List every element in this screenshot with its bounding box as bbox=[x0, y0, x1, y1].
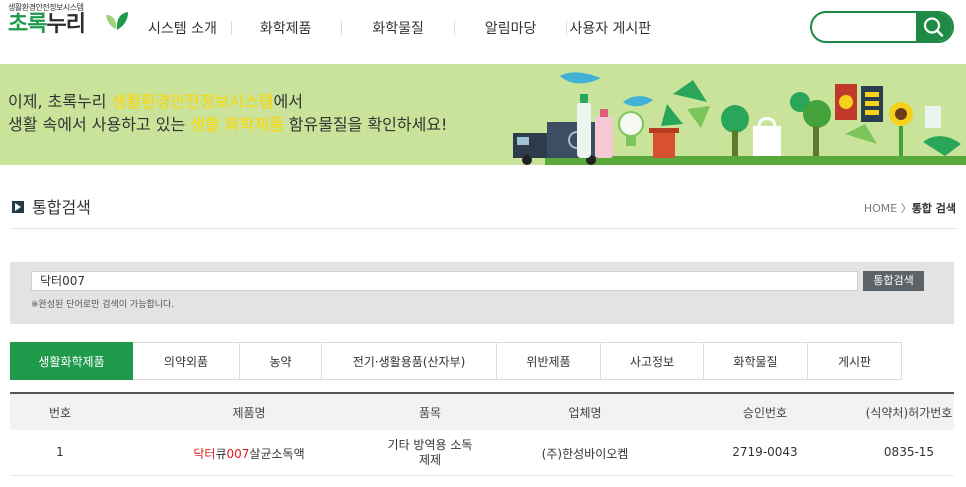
header-no: 번호 bbox=[48, 406, 72, 420]
product-name-match: 닥터 bbox=[193, 447, 216, 461]
nav-divider bbox=[453, 21, 455, 35]
title-divider bbox=[12, 228, 956, 229]
tab-accident-info[interactable]: 사고정보 bbox=[601, 342, 704, 380]
breadcrumb-current: 통합 검색 bbox=[911, 202, 956, 215]
row-no: 1 bbox=[56, 445, 64, 459]
leaf-logo-icon bbox=[106, 12, 128, 30]
banner-highlight-products: 생활 화학제품 bbox=[190, 115, 284, 134]
header-company: 업체명 bbox=[568, 406, 602, 420]
hero-banner: 이제, 초록누리 생활환경안전정보시스템에서 생활 속에서 사용하고 있는 생활… bbox=[0, 64, 966, 165]
banner-line-2-pre: 생활 속에서 사용하고 있는 bbox=[8, 115, 191, 134]
tab-board[interactable]: 게시판 bbox=[808, 342, 902, 380]
row-item-line-2: 제제 bbox=[418, 453, 442, 467]
logo-title-part2: 누리 bbox=[46, 12, 85, 37]
nav-divider bbox=[230, 21, 232, 35]
page-title-row: 통합검색 HOME 〉통합 검색 bbox=[12, 192, 956, 222]
row-item-line-1: 기타 방역용 소독 bbox=[387, 438, 473, 452]
row-product-name[interactable]: 닥터큐007살균소독액 bbox=[174, 445, 324, 462]
integrated-search-input[interactable]: 닥터007 bbox=[31, 271, 858, 291]
nav-system-intro[interactable]: 시스템 소개 bbox=[148, 18, 217, 38]
table-row[interactable]: 1 닥터큐007살균소독액 기타 방역용 소독 제제 (주)한성바이오켐 2719… bbox=[10, 430, 954, 476]
header-permit-no: (식약처)허가번호 bbox=[865, 406, 953, 420]
row-approval-no: 2719-0043 bbox=[732, 445, 798, 459]
table-header: 번호 제품명 품목 업체명 승인번호 (식약처)허가번호 bbox=[10, 392, 954, 430]
breadcrumb-home[interactable]: HOME bbox=[864, 202, 897, 215]
tab-chemical-substances[interactable]: 화학물질 bbox=[704, 342, 808, 380]
main-nav: 시스템 소개 화학제품 화학물질 알림마당 사용자 게시판 bbox=[148, 17, 651, 39]
row-permit-no: 0835-15 bbox=[883, 445, 935, 459]
integrated-search-button[interactable]: 통합검색 bbox=[863, 271, 924, 291]
page-title: 통합검색 bbox=[32, 198, 91, 217]
header-approval-no: 승인번호 bbox=[742, 406, 788, 420]
title-arrow-icon bbox=[12, 201, 24, 213]
header-product-name: 제품명 bbox=[232, 406, 266, 420]
tab-electric-household[interactable]: 전기·생활용품(산자부) bbox=[322, 342, 497, 380]
banner-line-1-post: 에서 bbox=[273, 92, 303, 111]
product-name-match: 007 bbox=[226, 447, 250, 461]
row-company: (주)한성바이오켐 bbox=[541, 447, 629, 461]
integrated-search-panel: 닥터007 통합검색 ※완성된 단어로만 검색이 가능합니다. bbox=[10, 262, 954, 324]
banner-text: 이제, 초록누리 생활환경안전정보시스템에서 생활 속에서 사용하고 있는 생활… bbox=[8, 90, 447, 136]
header-item: 품목 bbox=[418, 406, 442, 420]
site-header: 생활환경안전정보시스템 초록누리 시스템 소개 화학제품 화학물질 알림마당 사… bbox=[0, 0, 966, 64]
nav-notices[interactable]: 알림마당 bbox=[485, 18, 537, 38]
banner-line-1-pre: 이제, 초록누리 bbox=[8, 92, 112, 111]
category-tabs: 생활화학제품 의약외품 농약 전기·생활용품(산자부) 위반제품 사고정보 화학… bbox=[10, 342, 902, 380]
logo-title-part1: 초록 bbox=[8, 12, 47, 37]
tab-quasi-drugs[interactable]: 의약외품 bbox=[133, 342, 240, 380]
nav-chemical-substances[interactable]: 화학물질 bbox=[372, 18, 424, 38]
row-item: 기타 방역용 소독 제제 bbox=[370, 438, 490, 468]
tab-household-chemicals[interactable]: 생활화학제품 bbox=[10, 342, 133, 380]
logo-title: 초록누리 bbox=[8, 12, 86, 38]
nav-divider bbox=[341, 21, 343, 35]
banner-highlight-system: 생활환경안전정보시스템 bbox=[111, 92, 274, 111]
banner-line-2: 생활 속에서 사용하고 있는 생활 화학제품 함유물질을 확인하세요! bbox=[8, 113, 447, 136]
tab-violation-products[interactable]: 위반제품 bbox=[497, 342, 601, 380]
eco-illustration bbox=[513, 72, 966, 165]
tab-pesticides[interactable]: 농약 bbox=[240, 342, 322, 380]
header-search-input[interactable] bbox=[820, 19, 916, 37]
search-icon bbox=[923, 17, 944, 37]
header-search-button[interactable] bbox=[916, 13, 952, 41]
product-name-text: 큐 bbox=[215, 447, 227, 461]
breadcrumb: HOME 〉통합 검색 bbox=[864, 200, 956, 216]
nav-user-board[interactable]: 사용자 게시판 bbox=[569, 18, 651, 38]
header-search bbox=[810, 11, 954, 43]
site-logo[interactable]: 생활환경안전정보시스템 초록누리 bbox=[8, 3, 86, 38]
banner-line-2-post: 함유물질을 확인하세요! bbox=[283, 115, 448, 134]
logo-subtitle: 생활환경안전정보시스템 bbox=[8, 3, 84, 12]
nav-divider bbox=[566, 21, 568, 35]
breadcrumb-separator: 〉 bbox=[900, 202, 912, 215]
search-notice: ※완성된 단어로만 검색이 가능합니다. bbox=[31, 300, 175, 310]
nav-chemical-products[interactable]: 화학제품 bbox=[260, 18, 312, 38]
product-name-text: 살균소독액 bbox=[249, 447, 305, 461]
banner-line-1: 이제, 초록누리 생활환경안전정보시스템에서 bbox=[8, 90, 447, 113]
